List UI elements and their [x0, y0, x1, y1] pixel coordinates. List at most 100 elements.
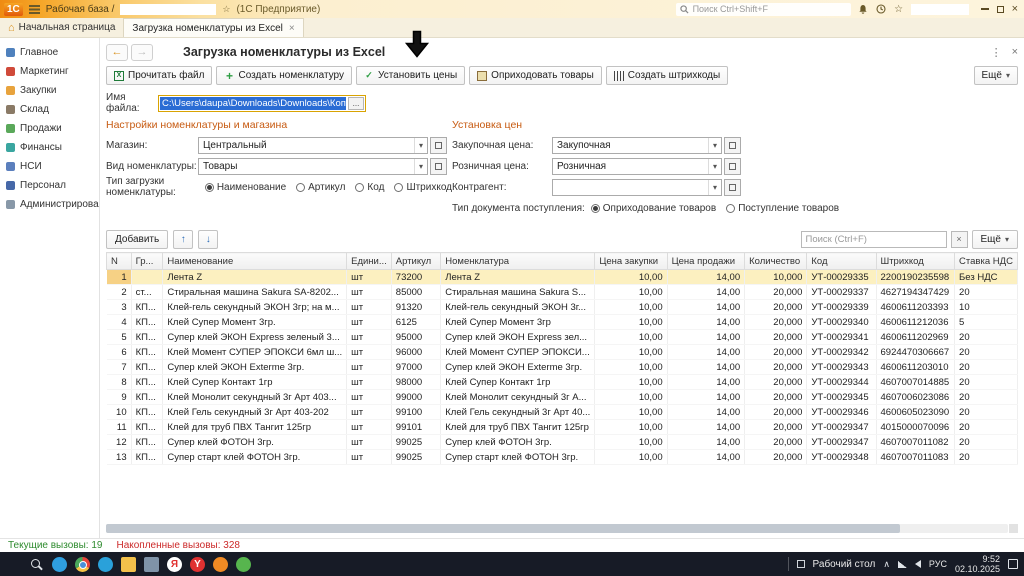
cell[interactable]: 4627194347429 [876, 285, 955, 300]
radio-Штрихкод[interactable]: Штрихкод [394, 182, 452, 193]
cell[interactable]: 20,000 [745, 450, 807, 465]
cell[interactable]: Клей Гель секундный 3г Арт 40... [441, 405, 595, 420]
dropdown-arrow-icon[interactable]: ▾ [708, 159, 721, 174]
counterparty-field[interactable]: ▾ [552, 179, 722, 196]
cell[interactable]: 14,00 [667, 405, 745, 420]
Создать штрихкоды-button[interactable]: Создать штрихкоды [606, 66, 728, 85]
cell[interactable]: шт [347, 270, 392, 285]
cell[interactable]: 10,00 [595, 450, 667, 465]
cell[interactable]: 95000 [391, 330, 440, 345]
kind-open-button[interactable] [430, 158, 447, 175]
Создать номенклатуру-button[interactable]: +Создать номенклатуру [216, 66, 352, 85]
cell[interactable]: Клей Монолит секундный 3г Арт 403... [163, 390, 347, 405]
cell[interactable]: 99100 [391, 405, 440, 420]
firefox-icon[interactable] [213, 557, 228, 572]
column-header-Штрихкод[interactable]: Штрихкод [876, 253, 955, 270]
cell[interactable]: КП... [131, 435, 163, 450]
cell[interactable]: 14,00 [667, 285, 745, 300]
cell[interactable]: Супер клей ФОТОН 3гр. [163, 435, 347, 450]
cell[interactable]: Стиральная машина Sakura SA-8202... [163, 285, 347, 300]
cell[interactable]: 96000 [391, 345, 440, 360]
counterparty-open-button[interactable] [724, 179, 741, 196]
table-row[interactable]: 7КП...Супер клей ЭКОН Exterme 3гр.шт9700… [107, 360, 1018, 375]
cell[interactable]: Клей Супер Момент 3гр. [163, 315, 347, 330]
more-button[interactable]: Ещё▾ [974, 66, 1018, 85]
star-icon[interactable]: ☆ [893, 3, 905, 15]
cell[interactable]: 4607007011083 [876, 450, 955, 465]
dropdown-arrow-icon[interactable]: ▾ [414, 138, 427, 153]
cell[interactable]: УТ-00029337 [807, 285, 876, 300]
cell[interactable]: Клей-гель секундный ЭКОН 3г... [441, 300, 595, 315]
cell[interactable]: 20,000 [745, 360, 807, 375]
cell[interactable]: 10 [955, 300, 1018, 315]
cell[interactable]: 6 [107, 345, 132, 360]
cell[interactable]: КП... [131, 300, 163, 315]
cell[interactable]: 4607007014885 [876, 375, 955, 390]
cell[interactable]: шт [347, 390, 392, 405]
cell[interactable]: Супер старт клей ФОТОН 3гр. [163, 450, 347, 465]
cell[interactable]: шт [347, 300, 392, 315]
cell[interactable]: УТ-00029339 [807, 300, 876, 315]
column-header-Код[interactable]: Код [807, 253, 876, 270]
cell[interactable]: 14,00 [667, 345, 745, 360]
cell[interactable]: 91320 [391, 300, 440, 315]
language-indicator[interactable]: РУС [929, 559, 947, 569]
cell[interactable]: шт [347, 330, 392, 345]
table-row[interactable]: 8КП...Клей Супер Контакт 1гршт98000Клей … [107, 375, 1018, 390]
table-row[interactable]: 12КП...Супер клей ФОТОН 3гр.шт99025Супер… [107, 435, 1018, 450]
history-clock-icon[interactable] [875, 3, 887, 15]
cell[interactable]: УТ-00029347 [807, 420, 876, 435]
volume-icon[interactable] [915, 560, 921, 568]
cell[interactable]: 99000 [391, 390, 440, 405]
cell[interactable]: 10,00 [595, 420, 667, 435]
yandex-icon[interactable]: Я [167, 557, 182, 572]
cell[interactable]: 10,00 [595, 285, 667, 300]
column-header-N[interactable]: N [107, 253, 132, 270]
tab-load-from-excel[interactable]: Загрузка номенклатуры из Excel × [123, 18, 303, 37]
table-row[interactable]: 3КП...Клей-гель секундный ЭКОН 3гр; на м… [107, 300, 1018, 315]
radio-Артикул[interactable]: Артикул [296, 182, 345, 193]
cell[interactable]: 8 [107, 375, 132, 390]
cell[interactable]: 20,000 [745, 345, 807, 360]
cell[interactable]: 4607007011082 [876, 435, 955, 450]
cell[interactable]: 98000 [391, 375, 440, 390]
explorer-folder-icon[interactable] [121, 557, 136, 572]
cell[interactable]: 6924470306667 [876, 345, 955, 360]
cell[interactable]: 6125 [391, 315, 440, 330]
sidebar-item-Администрирование[interactable]: Администрирование [0, 195, 99, 214]
cell[interactable]: 10,00 [595, 270, 667, 285]
add-row-button[interactable]: Добавить [106, 230, 168, 249]
maximize-button[interactable] [997, 6, 1004, 13]
cell[interactable]: 7 [107, 360, 132, 375]
cell[interactable]: 97000 [391, 360, 440, 375]
cell[interactable]: 4 [107, 315, 132, 330]
cell[interactable]: 1 [107, 270, 132, 285]
cell[interactable]: 2200190235598 [876, 270, 955, 285]
radio-Поступление товаров[interactable]: Поступление товаров [726, 203, 839, 214]
purchase-price-field[interactable]: Закупочная ▾ [552, 137, 722, 154]
cell[interactable]: 20,000 [745, 315, 807, 330]
telegram-icon[interactable] [98, 557, 113, 572]
cell[interactable]: 20,000 [745, 285, 807, 300]
table-row[interactable]: 5КП...Супер клей ЭКОН Express зеленый 3.… [107, 330, 1018, 345]
cell[interactable]: 14,00 [667, 360, 745, 375]
cell[interactable]: 4015000070096 [876, 420, 955, 435]
cell[interactable]: 20 [955, 330, 1018, 345]
sidebar-item-Финансы[interactable]: Финансы [0, 138, 99, 157]
ybrowser-icon[interactable]: Y [190, 557, 205, 572]
cell[interactable]: 20 [955, 285, 1018, 300]
cell[interactable]: 10,00 [595, 315, 667, 330]
cell[interactable]: Супер клей ЭКОН Exterme 3гр. [163, 360, 347, 375]
dropdown-arrow-icon[interactable]: ▾ [708, 138, 721, 153]
column-header-Цена продажи[interactable]: Цена продажи [667, 253, 745, 270]
grid-search-input[interactable]: Поиск (Ctrl+F) [801, 231, 947, 248]
cell[interactable]: 2 [107, 285, 132, 300]
cell[interactable]: 20 [955, 360, 1018, 375]
radio-Оприходование товаров[interactable]: Оприходование товаров [591, 203, 716, 214]
cell[interactable]: КП... [131, 375, 163, 390]
cell[interactable]: Супер клей ЭКОН Express зеленый 3... [163, 330, 347, 345]
cell[interactable]: 4600605023090 [876, 405, 955, 420]
cell[interactable]: 20 [955, 405, 1018, 420]
file-browse-button[interactable]: ... [348, 97, 364, 110]
table-row[interactable]: 4КП...Клей Супер Момент 3гр.шт6125Клей С… [107, 315, 1018, 330]
